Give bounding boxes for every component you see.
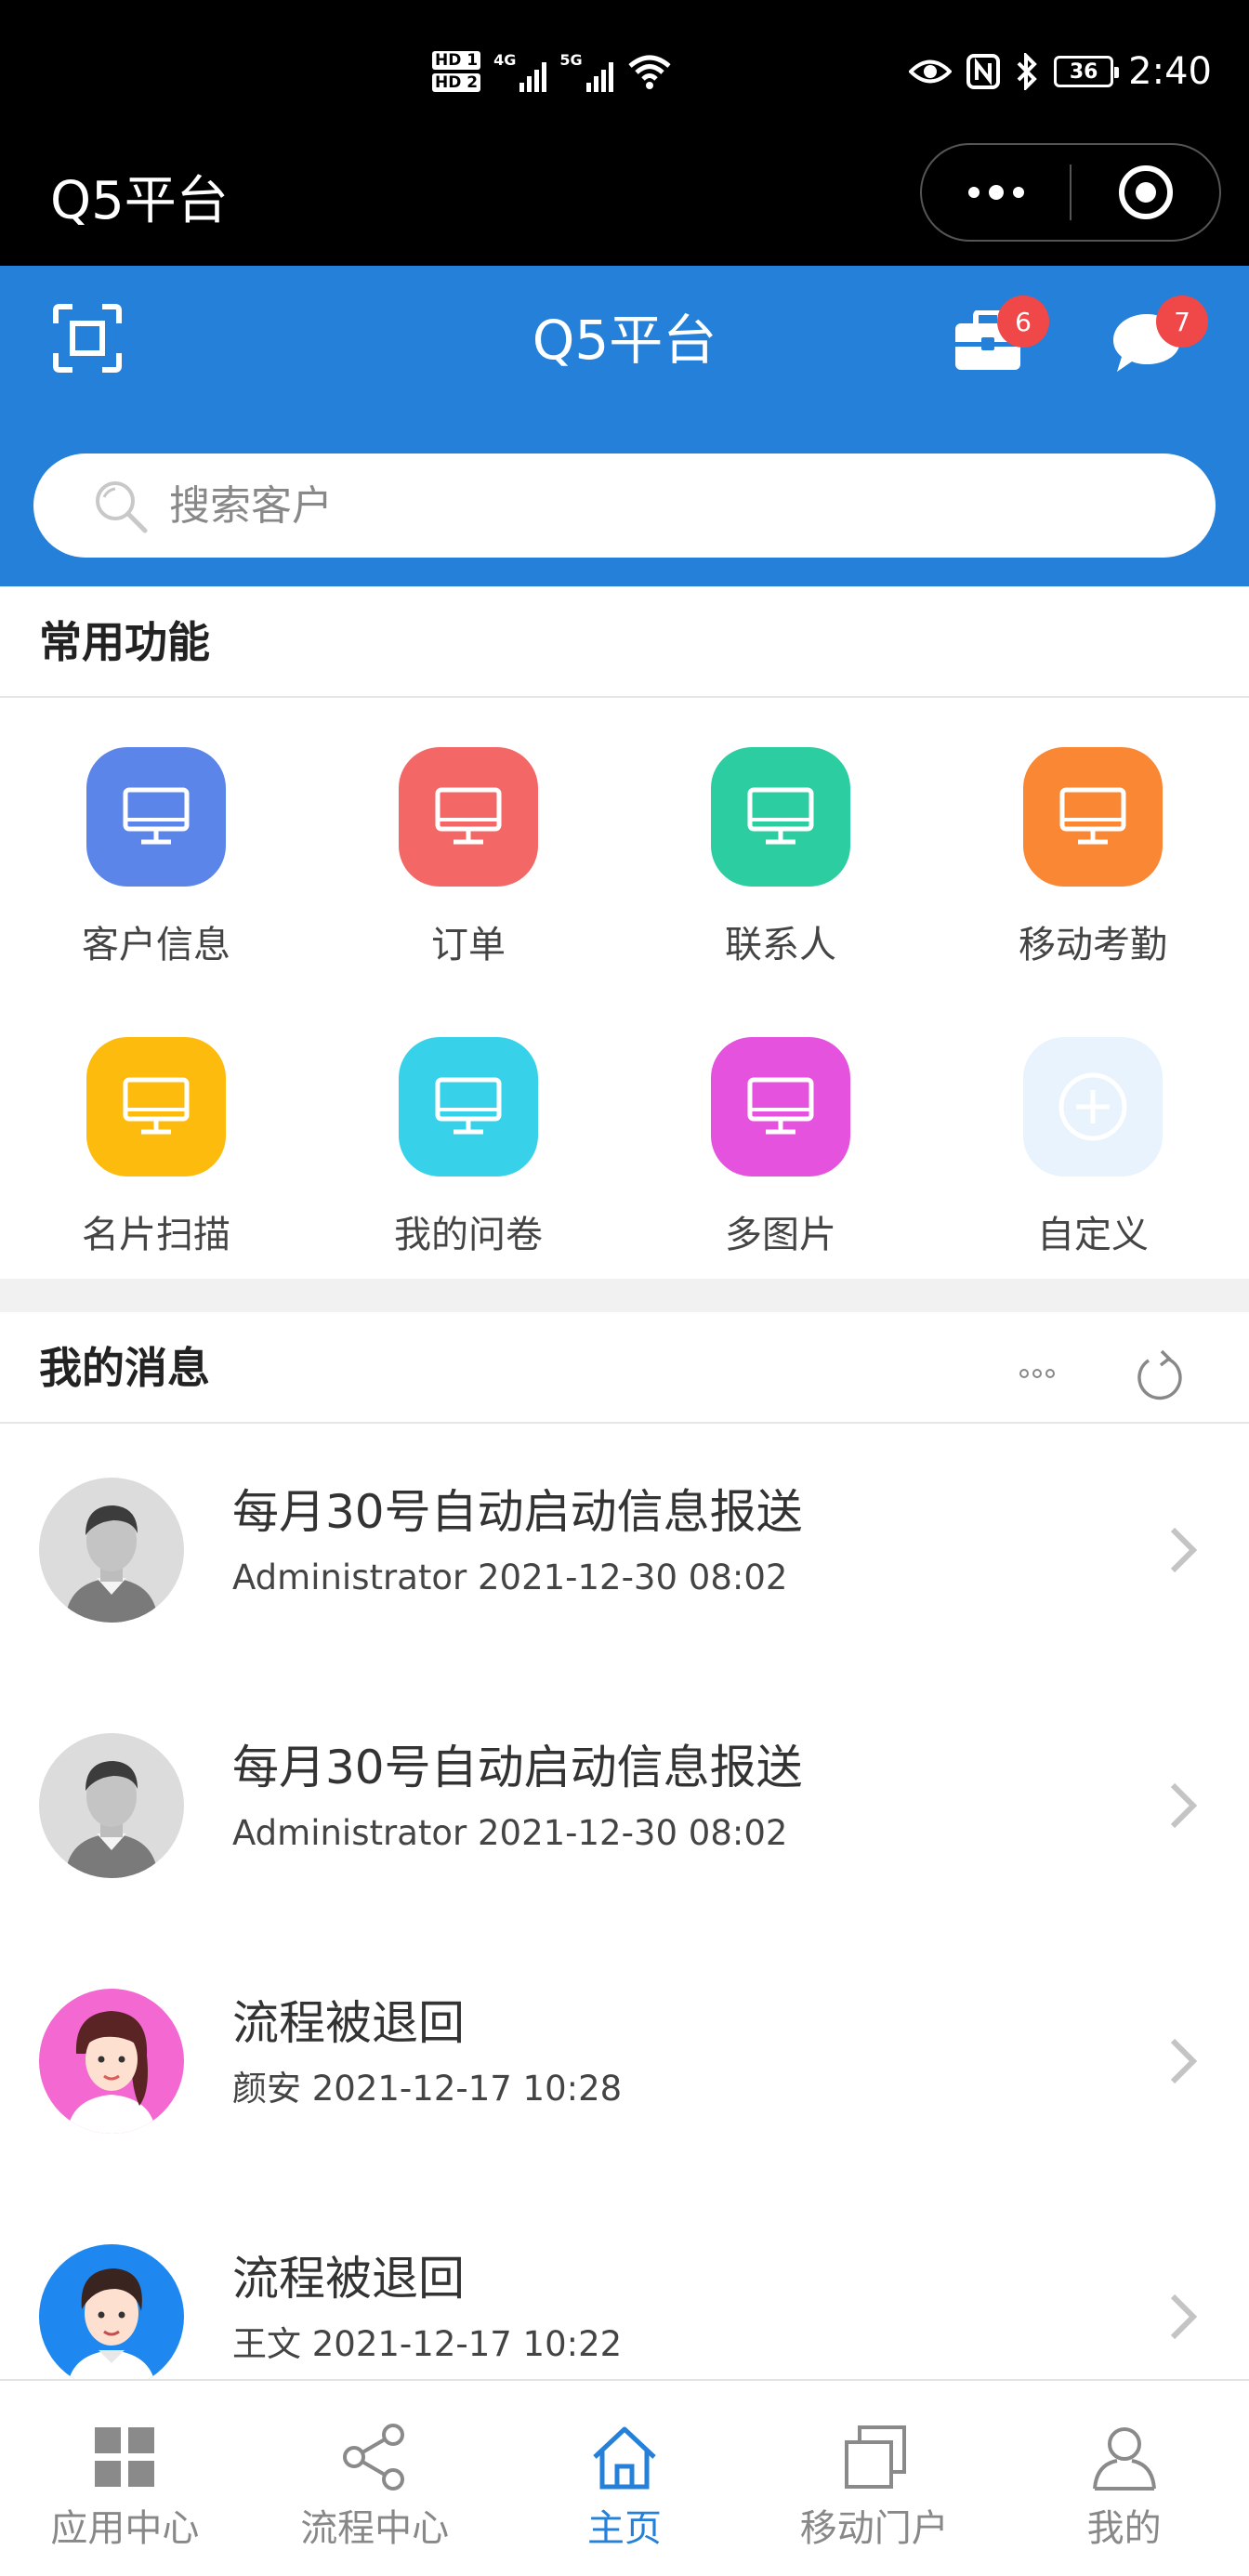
function-item-order[interactable]: 订单: [312, 699, 624, 989]
chevron-right-icon: [1170, 1782, 1198, 1829]
monitor-icon: [711, 1037, 850, 1176]
message-item[interactable]: 每月30号自动启动信息报送 Administrator 2021-12-30 0…: [0, 1677, 1249, 1933]
function-label: 联系人: [725, 924, 836, 966]
function-label: 多图片: [725, 1214, 836, 1256]
toolbox-badge: 6: [997, 296, 1049, 348]
signal-4g-icon: 4G: [493, 51, 547, 92]
message-meta: 颜安 2021-12-17 10:28: [232, 2069, 623, 2109]
mini-program-title: Q5平台: [50, 171, 229, 231]
target-icon: [1118, 165, 1173, 219]
tab-label: 流程中心: [300, 2507, 450, 2550]
function-item-customize[interactable]: 自定义: [937, 989, 1249, 1279]
chevron-right-icon: [1170, 2038, 1198, 2084]
search-input[interactable]: [169, 481, 1098, 530]
chevron-right-icon: [1170, 1527, 1198, 1573]
signal-5g-icon: 5G: [559, 51, 613, 92]
system-indicators: 36 2:40: [909, 39, 1212, 104]
tab-app-center[interactable]: 应用中心: [0, 2381, 250, 2576]
tab-label: 应用中心: [50, 2507, 200, 2550]
search-bar[interactable]: [33, 453, 1216, 558]
my-messages-title: 我的消息: [39, 1343, 210, 1393]
clock: 2:40: [1128, 50, 1212, 93]
app-header: Q5平台 6 7: [0, 266, 1249, 586]
message-title: 流程被退回: [232, 1996, 465, 2050]
message-item[interactable]: 每月30号自动启动信息报送 Administrator 2021-12-30 0…: [0, 1422, 1249, 1677]
battery-level: 36: [1069, 59, 1098, 84]
refresh-icon[interactable]: [1136, 1346, 1186, 1401]
message-title: 流程被退回: [232, 2252, 465, 2306]
hd-badges: HD 1 HD 2: [432, 51, 481, 92]
function-label: 自定义: [1037, 1214, 1149, 1256]
female-avatar: [39, 1989, 184, 2134]
bottom-tab-bar: 应用中心 流程中心 主页 移动门户 我的: [0, 2379, 1249, 2576]
capsule-menu: [920, 143, 1221, 242]
net1-label: 4G: [493, 51, 517, 69]
monitor-icon: [86, 747, 226, 887]
tab-mobile-portal[interactable]: 移动门户: [749, 2381, 999, 2576]
status-bar: HD 1 HD 2 4G 5G 36 2:40: [0, 0, 1249, 139]
home-icon: [593, 2426, 656, 2490]
windows-icon: [844, 2425, 906, 2489]
bluetooth-icon: [1017, 53, 1038, 90]
function-item-questionnaire[interactable]: 我的问卷: [312, 989, 624, 1279]
message-title: 每月30号自动启动信息报送: [232, 1741, 803, 1794]
plus-circle-icon: [1023, 1037, 1163, 1176]
default-male-avatar: [39, 1478, 184, 1623]
tab-label: 移动门户: [799, 2507, 949, 2550]
message-meta: 王文 2021-12-17 10:22: [232, 2324, 623, 2364]
function-item-contacts[interactable]: 联系人: [624, 699, 937, 989]
function-label: 名片扫描: [82, 1214, 230, 1256]
tab-label: 主页: [586, 2507, 662, 2550]
close-mini-program-button[interactable]: [1072, 145, 1219, 240]
grid-icon: [95, 2427, 155, 2487]
function-item-attendance[interactable]: 移动考勤: [937, 699, 1249, 989]
function-label: 订单: [431, 924, 506, 966]
person-icon: [1092, 2427, 1156, 2491]
chevron-right-icon: [1170, 2293, 1198, 2340]
hd2-badge: HD 2: [432, 73, 481, 92]
section-divider: [0, 1279, 1249, 1312]
function-item-multi-image[interactable]: 多图片: [624, 989, 937, 1279]
eye-icon: [909, 59, 953, 84]
common-functions-grid: 客户信息 订单 联系人 移动考勤 名片扫描 我的问卷 多图片 自定义: [0, 699, 1249, 1279]
common-functions-title: 常用功能: [39, 617, 210, 667]
page-title: Q5平台: [532, 309, 717, 372]
tab-mine[interactable]: 我的: [999, 2381, 1249, 2576]
message-meta: Administrator 2021-12-30 08:02: [232, 1557, 788, 1597]
monitor-icon: [399, 1037, 538, 1176]
share-icon: [343, 2424, 405, 2491]
function-label: 我的问卷: [394, 1214, 543, 1256]
male-avatar: [39, 2244, 184, 2389]
message-badge: 7: [1156, 296, 1208, 348]
more-horizontal-icon[interactable]: [1019, 1364, 1056, 1383]
function-item-card-scan[interactable]: 名片扫描: [0, 989, 312, 1279]
function-item-customer-info[interactable]: 客户信息: [0, 699, 312, 989]
tab-home[interactable]: 主页: [500, 2381, 750, 2576]
message-meta: Administrator 2021-12-30 08:02: [232, 1813, 788, 1853]
monitor-icon: [711, 747, 850, 887]
hd1-badge: HD 1: [432, 51, 481, 70]
monitor-icon: [86, 1037, 226, 1176]
function-label: 移动考勤: [1019, 924, 1167, 966]
wifi-icon: [627, 55, 671, 89]
more-dots-icon: [967, 185, 1024, 200]
nfc-icon: [966, 54, 1001, 89]
my-messages-header: 我的消息: [0, 1312, 1249, 1424]
default-male-avatar: [39, 1733, 184, 1878]
tab-process-center[interactable]: 流程中心: [250, 2381, 500, 2576]
mini-program-title-bar: Q5平台: [0, 139, 1249, 266]
battery-icon: 36: [1054, 56, 1120, 87]
function-label: 客户信息: [82, 924, 230, 966]
search-icon: [96, 481, 148, 533]
message-item[interactable]: 流程被退回 颜安 2021-12-17 10:28: [0, 1933, 1249, 2188]
tab-label: 我的: [1086, 2507, 1162, 2550]
net2-label: 5G: [559, 51, 583, 69]
monitor-icon: [1023, 747, 1163, 887]
message-title: 每月30号自动启动信息报送: [232, 1485, 803, 1539]
network-indicators: HD 1 HD 2 4G 5G: [432, 39, 673, 104]
common-functions-header: 常用功能: [0, 586, 1249, 698]
monitor-icon: [399, 747, 538, 887]
more-menu-button[interactable]: [922, 145, 1070, 240]
